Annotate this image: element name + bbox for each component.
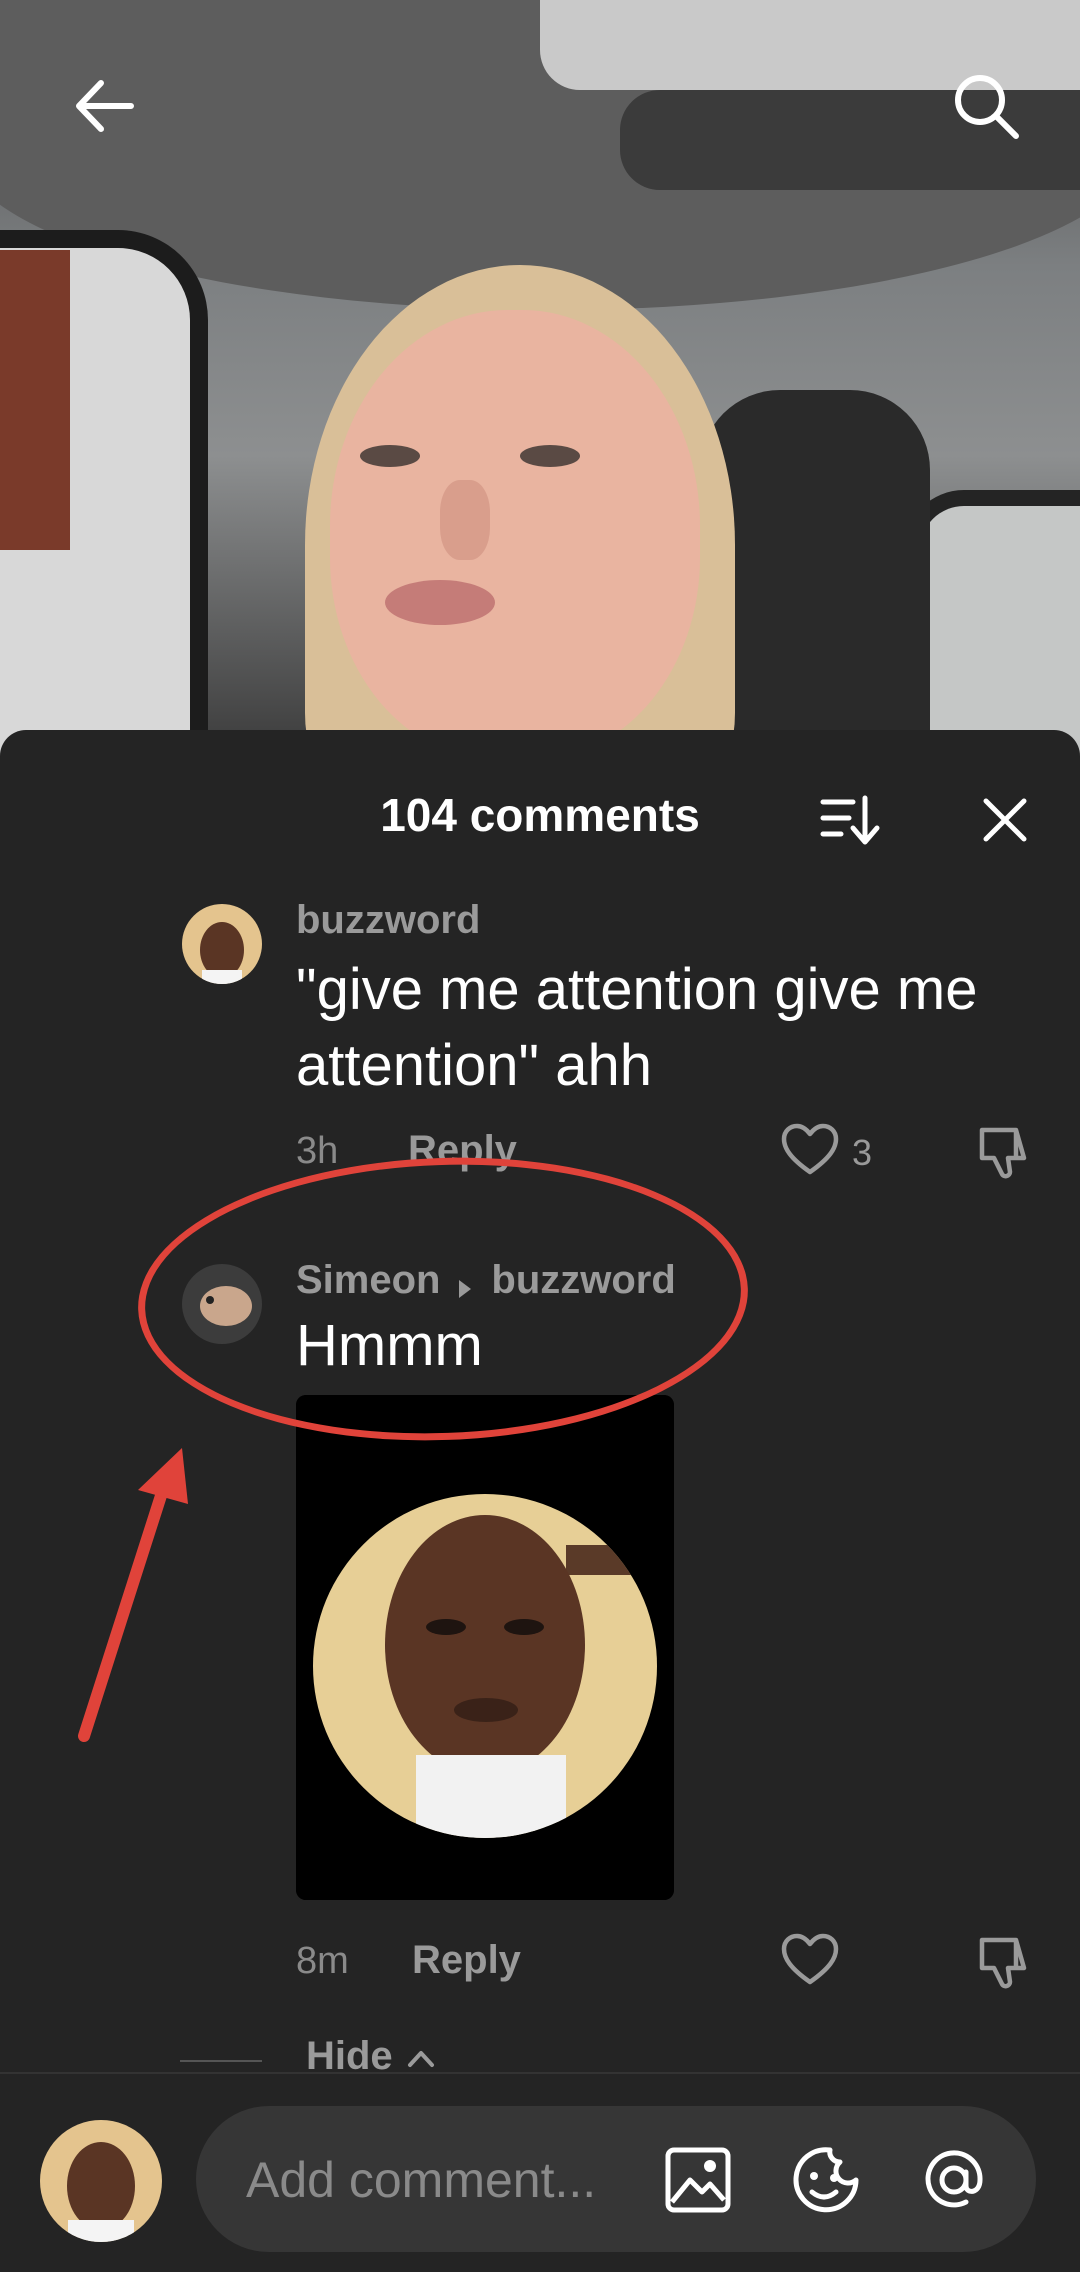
comments-count-title: 104 comments [380,789,700,841]
close-comments-button[interactable] [965,780,1045,860]
mention-icon [925,2150,983,2208]
current-user-avatar[interactable] [40,2120,162,2242]
add-comment-input[interactable] [244,2106,648,2254]
person-eye-left [360,445,420,467]
chevron-up-icon [407,2051,434,2068]
person-lips [385,580,495,625]
search-icon [955,75,1019,139]
comment-attached-image[interactable] [296,1395,674,1900]
add-image-button[interactable] [660,2142,736,2218]
comment-username[interactable]: buzzword [296,898,480,943]
comments-header: 104 comments [0,760,1080,860]
comment-input-bar [0,2072,1080,2272]
dislike-button[interactable] [976,1122,1036,1182]
sort-button[interactable] [810,780,890,860]
thumbs-down-icon [979,1937,1027,1989]
avatar-image [40,2120,162,2242]
arrow-left-icon [76,80,134,132]
emoji-icon [793,2147,859,2213]
image-icon [665,2147,731,2213]
comments-sheet: 104 comments buzzword "give me attention… [0,730,1080,2270]
sort-icon [820,795,880,845]
attached-photo [296,1395,674,1900]
back-button[interactable] [56,58,152,154]
comment-time: 8m [296,1940,349,1982]
video-player[interactable] [0,0,1080,760]
background-house [0,250,70,550]
hide-divider [180,2060,262,2062]
comment-time: 3h [296,1130,339,1172]
emoji-button[interactable] [788,2142,864,2218]
close-icon [983,798,1027,842]
car-window-right [904,490,1080,760]
comment-text: "give me attention give me attention" ah… [296,957,978,1098]
avatar[interactable] [182,904,262,984]
person-eye-right [520,445,580,467]
like-count: 3 [852,1132,873,1173]
reply-button[interactable]: Reply [412,1938,521,1983]
search-button[interactable] [938,58,1034,154]
heart-icon [781,1123,839,1175]
like-button[interactable] [780,1932,840,1992]
avatar-image [182,904,262,984]
heart-icon [781,1933,839,1985]
dislike-button[interactable] [976,1932,1036,1992]
comment-input-container [196,2106,1036,2254]
annotation-arrow-icon [78,1448,188,1742]
mention-button[interactable] [916,2142,992,2218]
person-nose [440,480,490,560]
like-button[interactable] [780,1122,840,1182]
thumbs-down-icon [979,1127,1027,1179]
person-face [330,310,700,760]
